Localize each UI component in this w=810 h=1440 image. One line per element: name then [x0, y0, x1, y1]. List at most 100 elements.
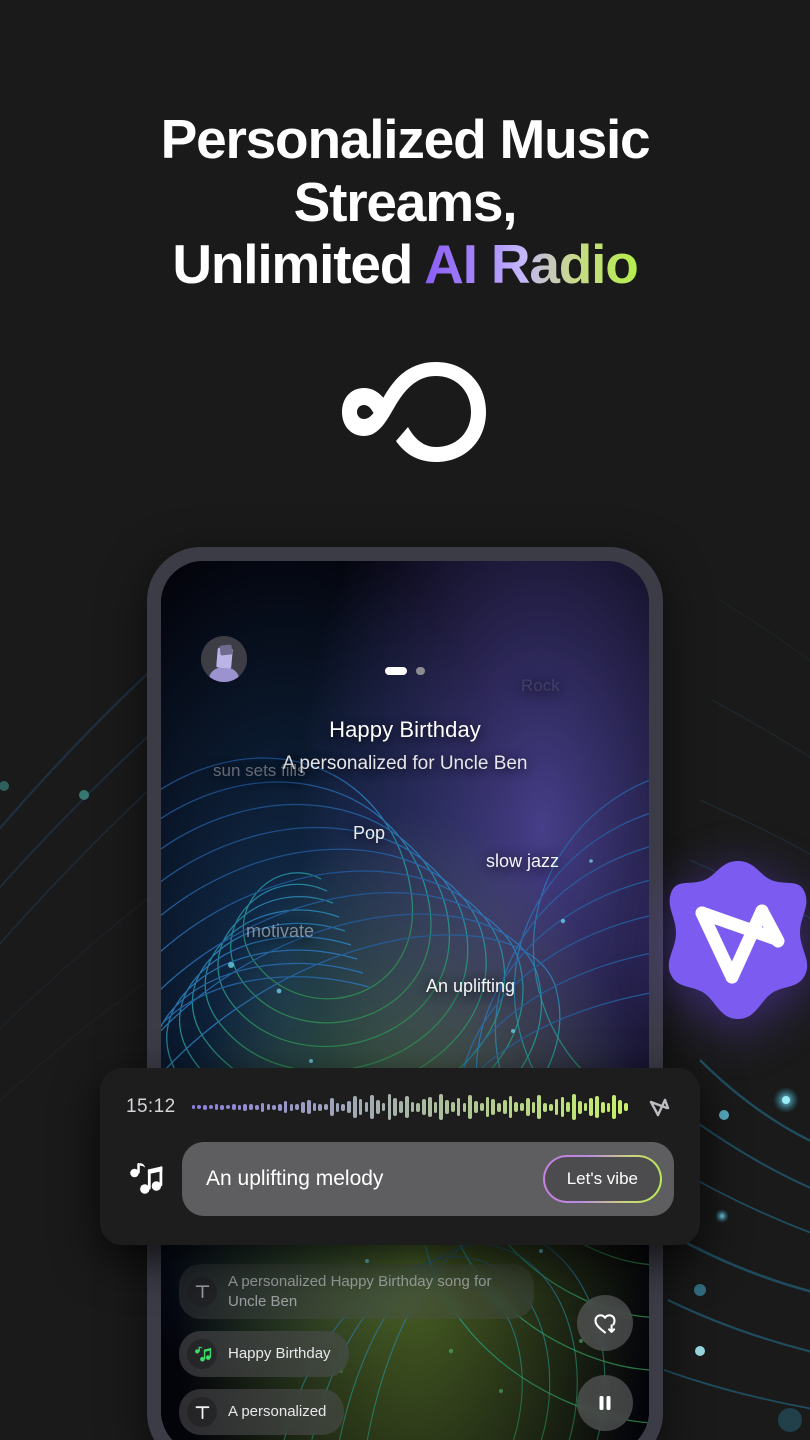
prompt-input-field[interactable]: An uplifting melody Let's vibe	[182, 1142, 674, 1216]
waveform-bar	[520, 1103, 524, 1111]
waveform-bar	[468, 1095, 472, 1119]
headline-line-1: Personalized Music	[160, 108, 651, 170]
waveform-bar	[439, 1094, 444, 1120]
phone-mockup: Happy Birthday A personalized for Uncle …	[147, 547, 663, 1440]
prompt-bar: An uplifting melody Let's vibe	[126, 1142, 674, 1216]
waveform-bar	[404, 1096, 409, 1118]
waveform-bar	[208, 1105, 213, 1109]
page-dot-active[interactable]	[385, 667, 407, 675]
avatar[interactable]	[201, 636, 247, 682]
waveform-bar	[301, 1101, 305, 1113]
waveform-bar	[572, 1094, 576, 1120]
waveform-bar	[508, 1096, 513, 1118]
waveform-bar	[381, 1103, 386, 1111]
save-to-favorites-button[interactable]	[577, 1295, 633, 1351]
list-item-label: A personalized	[228, 1403, 327, 1421]
lets-vibe-button[interactable]: Let's vibe	[543, 1155, 662, 1203]
waveform-row: 15:12	[126, 1090, 674, 1124]
waveform-bar	[416, 1102, 421, 1112]
waveform-bar	[324, 1104, 328, 1110]
pause-button[interactable]	[577, 1375, 633, 1431]
waveform-bar	[549, 1103, 553, 1111]
waveform-bar	[249, 1104, 253, 1110]
page-indicator[interactable]	[161, 667, 649, 675]
waveform-bar	[335, 1102, 340, 1112]
list-item-label: A personalized Happy Birthday song for U…	[228, 1273, 492, 1310]
waveform-bar	[231, 1104, 236, 1110]
waveform-bar	[278, 1103, 282, 1111]
waveform-bar	[214, 1104, 219, 1110]
waveform-bar	[433, 1101, 438, 1113]
floating-word-slow-jazz: slow jazz	[486, 851, 560, 871]
waveform-bar	[318, 1103, 323, 1111]
waveform-bar	[364, 1102, 369, 1112]
waveform-bar	[543, 1102, 547, 1112]
song-title: Happy Birthday	[329, 717, 481, 742]
waveform-bar	[577, 1100, 582, 1114]
waveform-bar	[226, 1105, 230, 1109]
player-side-controls	[577, 1295, 633, 1431]
floating-word-motivate: motivate	[246, 921, 315, 941]
waveform-bar	[254, 1104, 259, 1110]
waveform-bar	[387, 1094, 392, 1120]
phone-screen: Happy Birthday A personalized for Uncle …	[161, 561, 649, 1440]
waveform-bar	[618, 1100, 622, 1114]
waveform-bar	[289, 1103, 294, 1111]
waveform-bar	[191, 1105, 196, 1109]
waveform-bar	[220, 1104, 225, 1110]
waveform-bar	[237, 1104, 242, 1110]
waveform-bar	[623, 1103, 628, 1111]
avatar-person-icon	[201, 636, 247, 682]
waveform-bar	[410, 1102, 415, 1112]
waveform-bar	[422, 1099, 426, 1115]
audio-waveform[interactable]	[191, 1092, 628, 1122]
waveform-bar	[203, 1104, 207, 1110]
waveform-bar	[554, 1099, 559, 1115]
waveform-bar	[612, 1095, 617, 1119]
list-item[interactable]: A personalized Happy Birthday song for U…	[179, 1264, 534, 1319]
waveform-bar	[295, 1104, 299, 1110]
infinity-icon	[342, 362, 486, 462]
player-panel: 15:12 An uplifting melody Let's vibe	[100, 1068, 700, 1245]
waveform-bar	[312, 1103, 317, 1111]
text-prompt-icon	[187, 1276, 217, 1307]
brand-logo	[0, 362, 810, 462]
floating-word-sun-sets-fills: sun sets fills	[213, 761, 306, 780]
pause-icon	[599, 1396, 611, 1410]
waveform-bar	[197, 1105, 201, 1109]
waveform-bar	[606, 1102, 611, 1112]
list-item[interactable]: Happy Birthday	[179, 1331, 349, 1377]
send-logo-icon[interactable]	[644, 1092, 674, 1122]
music-note-icon	[187, 1339, 217, 1369]
waveform-bar	[514, 1102, 519, 1112]
waveform-bar	[497, 1102, 501, 1112]
waveform-bar	[352, 1096, 357, 1118]
waveform-bar	[600, 1101, 605, 1113]
waveform-bar	[502, 1100, 507, 1114]
waveform-bar	[329, 1098, 334, 1116]
waveform-bar	[525, 1098, 530, 1116]
app-logo-icon	[668, 861, 808, 1019]
waveform-bar	[451, 1102, 455, 1112]
waveform-bar	[266, 1104, 271, 1110]
waveform-bar	[595, 1096, 599, 1118]
waveform-bar	[393, 1098, 398, 1116]
waveform-bar	[491, 1099, 496, 1115]
heart-download-icon	[594, 1314, 616, 1334]
list-item[interactable]: A personalized	[179, 1389, 345, 1435]
waveform-bar	[589, 1098, 594, 1116]
waveform-bar	[560, 1097, 565, 1117]
waveform-bar	[370, 1095, 374, 1119]
waveform-bar	[479, 1103, 484, 1111]
waveform-bar	[341, 1103, 346, 1111]
promo-screen: Personalized Music Streams, Unlimited AI…	[0, 0, 810, 1440]
headline-accent-ai-radio: AI Radio	[424, 233, 639, 296]
page-dot-inactive[interactable]	[416, 667, 425, 675]
prompt-input-value[interactable]: An uplifting melody	[206, 1167, 383, 1191]
waveform-bar	[399, 1101, 403, 1113]
waveform-bar	[283, 1101, 288, 1113]
headline-line-3-plain: Unlimited	[172, 233, 425, 296]
waveform-bar	[485, 1097, 490, 1117]
waveform-bar	[306, 1100, 311, 1114]
waveform-bar	[347, 1101, 351, 1113]
